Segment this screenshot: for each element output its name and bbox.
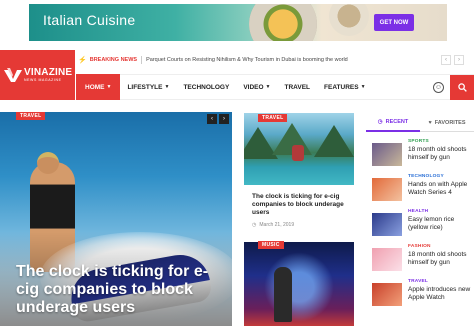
list-item-title[interactable]: Apple introduces new Apple Watch bbox=[408, 286, 474, 302]
list-item-title[interactable]: Easy lemon rice (yellow rice) bbox=[408, 216, 474, 232]
sidebar-tabs: ◷ RECENT ♥ FAVORITES bbox=[366, 114, 474, 132]
page: Italian Cuisine GET NOW VINAZINE NEWS MA… bbox=[0, 0, 474, 326]
nav-item-lifestyle[interactable]: LIFESTYLE ▼ bbox=[120, 74, 176, 100]
list-item-category: HEALTH bbox=[408, 209, 429, 214]
prev-arrow-icon[interactable]: ‹ bbox=[441, 55, 451, 65]
thumbnail[interactable] bbox=[372, 248, 402, 271]
search-icon[interactable] bbox=[450, 75, 474, 100]
date-text: March 21, 2019 bbox=[259, 222, 295, 228]
nav-label: VIDEO bbox=[243, 83, 264, 91]
recent-list: SPORTS 18 month old shoots himself by gu… bbox=[372, 139, 474, 314]
tab-label: RECENT bbox=[385, 119, 409, 125]
list-item-title[interactable]: 18 month old shoots himself by gun bbox=[408, 146, 474, 162]
caret-down-icon: ▼ bbox=[360, 84, 366, 90]
article-title[interactable]: The clock is ticking for e-cig companies… bbox=[244, 193, 354, 217]
article-card[interactable] bbox=[244, 242, 354, 326]
logo-name: VINAZINE bbox=[24, 66, 73, 78]
breaking-news-label: BREAKING NEWS bbox=[89, 57, 138, 63]
list-item-category: TECHNOLOGY bbox=[408, 174, 444, 179]
list-item[interactable]: HEALTH Easy lemon rice (yellow rice) bbox=[372, 209, 474, 244]
article-category-tag[interactable]: MUSIC bbox=[258, 241, 284, 249]
list-item-title[interactable]: Hands on with Apple Watch Series 4 bbox=[408, 181, 474, 197]
main-nav: HOME ▼ LIFESTYLE ▼ TECHNOLOGY VIDEO ▼ TRAVE… bbox=[76, 74, 474, 100]
article-category-tag[interactable]: TRAVEL bbox=[258, 114, 288, 122]
list-item-title[interactable]: 18 month old shoots himself by gun bbox=[408, 251, 474, 267]
article-image[interactable] bbox=[244, 113, 354, 185]
thumbnail[interactable] bbox=[372, 178, 402, 201]
bowl-image bbox=[329, 4, 369, 36]
lightning-icon: ⚡ bbox=[78, 57, 87, 64]
nav-label: HOME bbox=[85, 83, 105, 91]
nav-item-technology[interactable]: TECHNOLOGY bbox=[176, 74, 236, 100]
ad-title: Italian Cuisine bbox=[43, 12, 136, 28]
caret-down-icon: ▼ bbox=[106, 84, 112, 90]
list-item[interactable]: TRAVEL Apple introduces new Apple Watch bbox=[372, 279, 474, 314]
breaking-news-bar: ⚡ BREAKING NEWS Parquet Courts on Resist… bbox=[78, 52, 468, 68]
nav-item-features[interactable]: FEATURES ▼ bbox=[317, 74, 373, 100]
tab-favorites[interactable]: ♥ FAVORITES bbox=[420, 114, 474, 132]
list-item-category: FASHION bbox=[408, 244, 431, 249]
divider bbox=[141, 56, 143, 64]
article-card[interactable]: The clock is ticking for e-cig companies… bbox=[244, 113, 354, 228]
tab-label: FAVORITES bbox=[434, 120, 466, 126]
clock-icon: ◷ bbox=[377, 119, 383, 125]
nav-label: TECHNOLOGY bbox=[183, 83, 230, 91]
nav-label: TRAVEL bbox=[284, 83, 311, 91]
hero-category-tag[interactable]: TRAVEL bbox=[16, 112, 46, 120]
logo-mark-icon bbox=[4, 68, 22, 82]
next-arrow-icon[interactable]: › bbox=[454, 55, 464, 65]
list-item[interactable]: SPORTS 18 month old shoots himself by gu… bbox=[372, 139, 474, 174]
nav-label: LIFESTYLE bbox=[127, 83, 163, 91]
list-item[interactable]: FASHION 18 month old shoots himself by g… bbox=[372, 244, 474, 279]
jumping-person bbox=[292, 145, 304, 161]
nav-label: FEATURES bbox=[324, 83, 359, 91]
nav-item-video[interactable]: VIDEO ▼ bbox=[236, 74, 277, 100]
list-item-category: TRAVEL bbox=[408, 279, 429, 284]
tab-recent[interactable]: ◷ RECENT bbox=[366, 114, 420, 132]
guitarist bbox=[274, 267, 292, 322]
hero-title[interactable]: The clock is ticking for e-cig companies… bbox=[16, 263, 228, 317]
list-item-category: SPORTS bbox=[408, 139, 429, 144]
logo-subtitle: NEWS MAGAZINE bbox=[24, 77, 62, 82]
nav-item-travel[interactable]: TRAVEL bbox=[278, 74, 318, 100]
article-date: ◷ March 21, 2019 bbox=[244, 222, 354, 228]
caret-down-icon: ▼ bbox=[265, 84, 271, 90]
thumbnail[interactable] bbox=[372, 143, 402, 166]
list-item[interactable]: TECHNOLOGY Hands on with Apple Watch Ser… bbox=[372, 174, 474, 209]
site-logo[interactable]: VINAZINE NEWS MAGAZINE bbox=[0, 50, 75, 100]
heart-icon: ♥ bbox=[428, 120, 432, 126]
slider-next-icon[interactable]: › bbox=[219, 114, 229, 124]
ad-get-now-button[interactable]: GET NOW bbox=[374, 14, 414, 31]
slider-prev-icon[interactable]: ‹ bbox=[207, 114, 217, 124]
thumbnail[interactable] bbox=[372, 283, 402, 306]
nav-item-home[interactable]: HOME ▼ bbox=[76, 74, 121, 100]
rider-head bbox=[37, 152, 59, 174]
breaking-headline[interactable]: Parquet Courts on Resisting Nihilism & W… bbox=[146, 57, 348, 63]
user-icon[interactable]: ☺ bbox=[433, 82, 444, 93]
thumbnail[interactable] bbox=[372, 213, 402, 236]
clock-icon: ◷ bbox=[252, 222, 257, 228]
article-image[interactable] bbox=[244, 242, 354, 326]
food-plate-image bbox=[249, 4, 317, 41]
caret-down-icon: ▼ bbox=[164, 84, 170, 90]
ad-banner[interactable]: Italian Cuisine GET NOW bbox=[29, 4, 447, 41]
